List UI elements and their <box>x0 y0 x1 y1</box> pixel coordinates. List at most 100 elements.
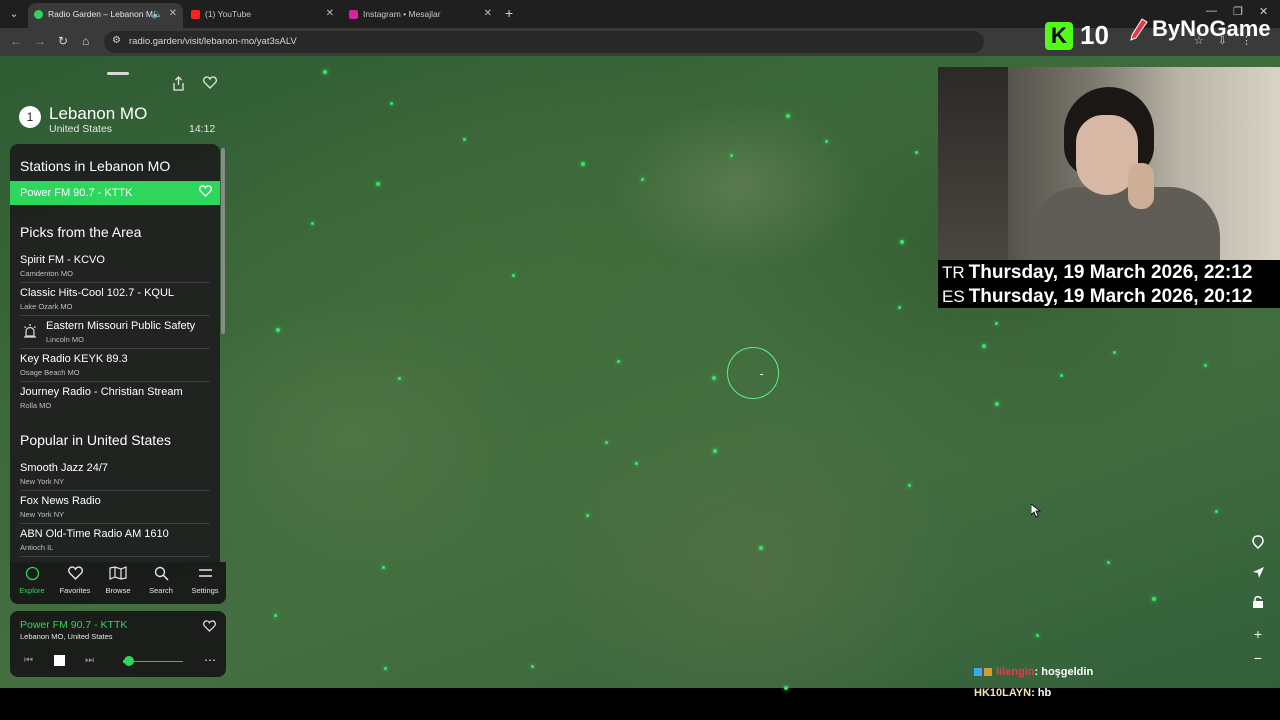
station-dot[interactable] <box>390 102 393 105</box>
station-dot[interactable] <box>995 322 998 325</box>
station-dot[interactable] <box>759 546 763 550</box>
station-dot[interactable] <box>1204 364 1207 367</box>
station-name: Smooth Jazz 24/7 <box>20 462 109 474</box>
favorite-place-heart-icon[interactable] <box>203 76 217 89</box>
address-bar[interactable]: ⚙ radio.garden/visit/lebanon-mo/yat3sALV <box>104 31 984 53</box>
station-dot[interactable] <box>786 114 790 118</box>
station-heart-icon[interactable] <box>199 185 212 197</box>
station-dot[interactable] <box>382 566 385 569</box>
station-location: New York NY <box>20 477 65 486</box>
station-dot[interactable] <box>908 484 911 487</box>
popular-heading: Popular in United States <box>20 432 171 448</box>
nav-browse[interactable]: Browse <box>98 566 138 595</box>
station-dot[interactable] <box>617 360 620 363</box>
tab-youtube[interactable]: (1) YouTube ✕ <box>185 3 340 28</box>
list-item[interactable]: ABN Old-Time Radio AM 1610 Antioch IL <box>20 524 210 557</box>
date-line-tr: TR Thursday, 19 March 2026, 22:12 <box>942 262 1252 284</box>
station-dot[interactable] <box>1060 374 1063 377</box>
active-station-row[interactable]: Power FM 90.7 - KTTK <box>10 181 220 205</box>
station-dot[interactable] <box>900 240 904 244</box>
tab-list-icon[interactable]: ⌄ <box>4 4 24 24</box>
new-tab-button[interactable]: + <box>505 4 513 22</box>
tab-title: (1) YouTube <box>205 9 251 19</box>
station-dot[interactable] <box>605 441 608 444</box>
url-text[interactable]: radio.garden/visit/lebanon-mo/yat3sALV <box>129 36 297 47</box>
station-dot[interactable] <box>276 328 280 332</box>
site-info-icon[interactable]: ⚙ <box>112 35 121 46</box>
list-item[interactable]: Spirit FM - KCVO Camdenton MO <box>20 250 210 283</box>
station-location: Lake Ozark MO <box>20 302 73 311</box>
station-dot[interactable] <box>915 151 918 154</box>
nav-explore[interactable]: Explore <box>12 566 52 595</box>
close-tab-icon[interactable]: ✕ <box>169 3 177 25</box>
station-dot[interactable] <box>825 140 828 143</box>
home-icon[interactable]: ⌂ <box>82 34 89 48</box>
next-icon[interactable]: ⏭ <box>85 655 94 666</box>
station-dot[interactable] <box>641 178 644 181</box>
map-icon <box>98 566 138 584</box>
nav-favorites[interactable]: Favorites <box>55 566 95 595</box>
forward-icon[interactable]: → <box>34 34 46 48</box>
station-dot[interactable] <box>898 306 901 309</box>
station-dot[interactable] <box>398 377 401 380</box>
station-dot[interactable] <box>1107 561 1110 564</box>
share-icon[interactable] <box>172 76 185 91</box>
stop-button[interactable] <box>54 655 65 666</box>
player-heart-icon[interactable] <box>203 620 216 632</box>
station-dot[interactable] <box>1152 597 1156 601</box>
station-dot[interactable] <box>784 686 788 690</box>
timezone-code: ES <box>942 287 965 306</box>
locate-me-icon[interactable] <box>1246 562 1270 586</box>
close-tab-icon[interactable]: ✕ <box>484 3 492 25</box>
list-item[interactable]: Smooth Jazz 24/7 New York NY <box>20 458 210 491</box>
station-dot[interactable] <box>586 514 589 517</box>
station-dot[interactable] <box>311 222 314 225</box>
panel-scrollbar[interactable] <box>221 148 225 334</box>
list-item[interactable]: Eastern Missouri Public Safety Lincoln M… <box>20 316 210 349</box>
list-item[interactable]: Journey Radio - Christian Stream Rolla M… <box>20 382 210 415</box>
speaker-icon[interactable]: 🔈 <box>152 3 163 25</box>
station-dot[interactable] <box>376 182 380 186</box>
chat-username: lilengin <box>996 666 1035 678</box>
drag-handle[interactable] <box>107 72 129 75</box>
nav-search[interactable]: Search <box>141 566 181 595</box>
station-dot[interactable] <box>995 402 999 406</box>
station-dot[interactable] <box>982 344 986 348</box>
station-dot[interactable] <box>713 449 717 453</box>
now-playing-title[interactable]: Power FM 90.7 - KTTK <box>20 619 127 631</box>
list-item[interactable]: Fox News Radio New York NY <box>20 491 210 524</box>
station-dot[interactable] <box>730 154 733 157</box>
nav-settings[interactable]: Settings <box>185 566 225 595</box>
station-dot[interactable] <box>512 274 515 277</box>
station-dot[interactable] <box>274 614 277 617</box>
station-dot[interactable] <box>1215 510 1218 513</box>
unlock-icon[interactable] <box>1246 592 1270 616</box>
list-item[interactable]: Classic Hits-Cool 102.7 - KQUL Lake Ozar… <box>20 283 210 316</box>
station-dot[interactable] <box>1036 634 1039 637</box>
reload-icon[interactable]: ↻ <box>58 34 68 48</box>
station-name: ABN Old-Time Radio AM 1610 <box>20 528 169 540</box>
station-dot[interactable] <box>581 162 585 166</box>
station-dot[interactable] <box>712 376 716 380</box>
chat-message: HK10LAYN: hb <box>974 687 1051 699</box>
previous-icon[interactable]: ⏮ <box>24 655 33 666</box>
zoom-in-icon[interactable]: + <box>1246 622 1270 646</box>
station-dot[interactable] <box>323 70 327 74</box>
station-dot[interactable] <box>531 665 534 668</box>
close-tab-icon[interactable]: ✕ <box>326 3 334 25</box>
screen: ⌄ Radio Garden – Lebanon M 🔈 ✕ (1) YouTu… <box>0 0 1280 720</box>
zoom-out-icon[interactable]: − <box>1246 646 1270 670</box>
list-item[interactable]: Key Radio KEYK 89.3 Osage Beach MO <box>20 349 210 382</box>
more-options-icon[interactable]: ⋯ <box>204 653 216 667</box>
balloon-icon[interactable] <box>1246 532 1270 556</box>
now-playing-bar: Power FM 90.7 - KTTK Lebanon MO, United … <box>10 611 226 677</box>
station-location: Antioch IL <box>20 543 54 552</box>
back-icon[interactable]: ← <box>10 34 22 48</box>
tab-instagram[interactable]: Instagram • Mesajlar ✕ <box>343 3 498 28</box>
station-dot[interactable] <box>1113 351 1116 354</box>
volume-knob[interactable] <box>124 656 134 666</box>
tab-radio-garden[interactable]: Radio Garden – Lebanon M 🔈 ✕ <box>28 3 183 28</box>
station-dot[interactable] <box>635 462 638 465</box>
station-dot[interactable] <box>384 667 387 670</box>
station-dot[interactable] <box>463 138 466 141</box>
